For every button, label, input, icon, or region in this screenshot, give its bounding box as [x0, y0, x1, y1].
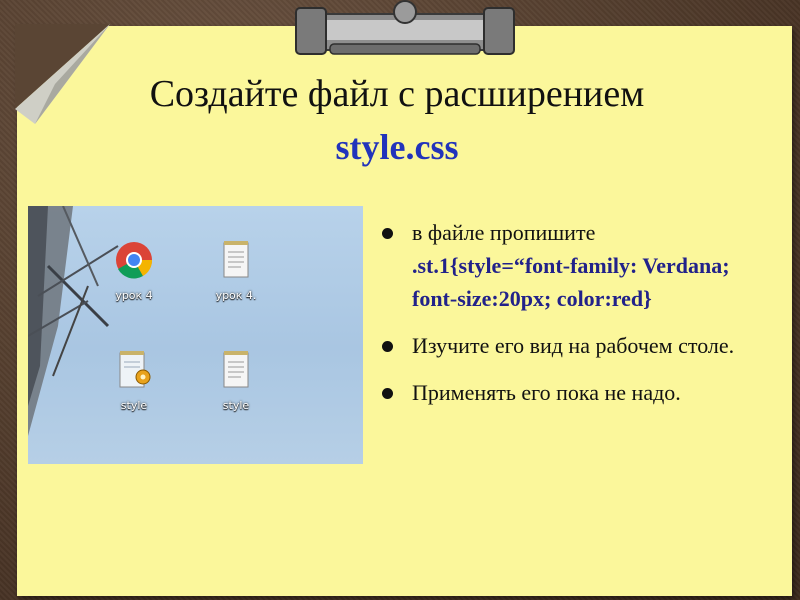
desktop-icon[interactable]: урок 4.: [196, 240, 276, 302]
desktop-icon-label: урок 4: [115, 289, 153, 302]
bullet-item: Применять его пока не надо.: [380, 376, 775, 409]
bullet-text: в файле пропишите: [412, 220, 596, 245]
text-document-icon: [223, 351, 249, 388]
bullet-text: Изучите его вид на рабочем столе.: [412, 333, 735, 358]
desktop-icon[interactable]: style: [94, 350, 174, 412]
slide-title: Создайте файл с расширением style.css: [17, 70, 777, 170]
title-filename: style.css: [335, 127, 459, 167]
desktop-icon[interactable]: урок 4: [94, 240, 174, 302]
title-text: Создайте файл с расширением: [149, 73, 645, 115]
bullet-item: в файле пропишите .st.1{style=“font-fami…: [380, 216, 775, 315]
text-document-icon: [223, 241, 249, 278]
chrome-icon: [116, 242, 153, 279]
css-file-icon: [119, 351, 151, 388]
desktop-icon-label: урок 4.: [215, 289, 257, 302]
desktop-icon-label: style: [222, 399, 250, 412]
css-code-snippet: .st.1{style=“font-family: Verdana; font-…: [412, 253, 730, 311]
bullet-dot-icon: [382, 388, 393, 399]
desktop-screenshot: урок 4 урок 4. style style: [28, 206, 363, 464]
bullet-list: в файле пропишите .st.1{style=“font-fami…: [380, 216, 775, 423]
bullet-item: Изучите его вид на рабочем столе.: [380, 329, 775, 362]
desktop-icon-label: style: [120, 399, 148, 412]
bullet-dot-icon: [382, 228, 393, 239]
bullet-text: Применять его пока не надо.: [412, 380, 681, 405]
bullet-dot-icon: [382, 341, 393, 352]
desktop-icon[interactable]: style: [196, 350, 276, 412]
paper-clip-icon: [290, 0, 520, 62]
